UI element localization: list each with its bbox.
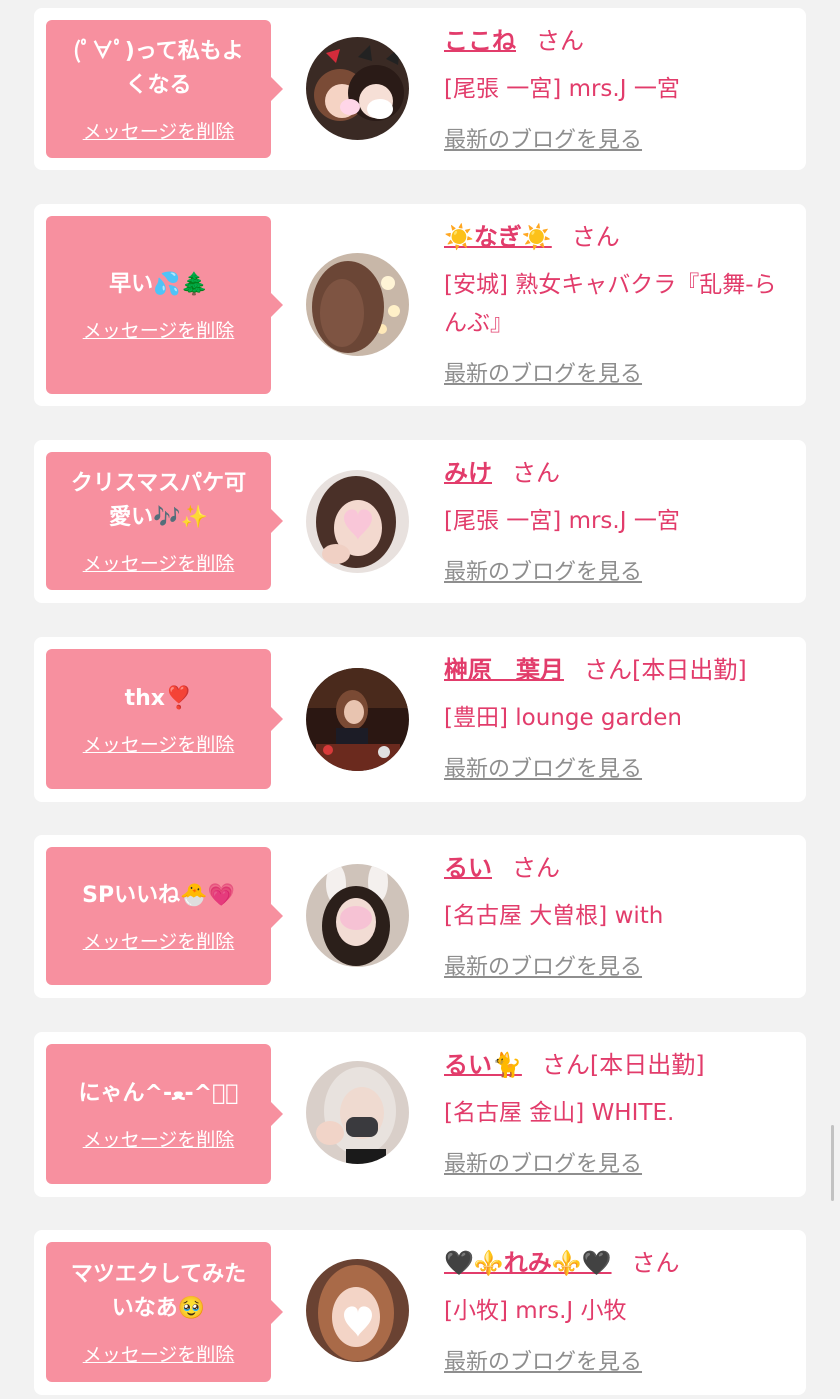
delete-message-link[interactable]: メッセージを削除 <box>83 316 235 343</box>
shop-location: [安城] 熟女キャバクラ『乱舞-らんぶ』 <box>444 272 777 336</box>
message-text: SPいいね🐣💗 <box>82 882 235 908</box>
honorific: さん <box>584 656 632 684</box>
honorific: さん <box>541 1051 590 1079</box>
profile-name-link[interactable]: 榊原 葉月 <box>444 656 564 684</box>
profile-name-link[interactable]: るい🐈 <box>444 1051 522 1079</box>
avatar[interactable] <box>306 1061 409 1164</box>
message-card: にゃん^-﻿ﻌ-^ฅ゙ メッセージを削除 るい🐈 さん[本日出勤] [名古屋 金山… <box>34 1032 806 1197</box>
profile-name-link[interactable]: みけ <box>444 459 492 487</box>
profile-info: ☀️なぎ☀️ さん [安城] 熟女キャバクラ『乱舞-らんぶ』 最新のブログを見る <box>444 222 794 388</box>
message-text: thx❣️ <box>124 685 193 711</box>
delete-message-link[interactable]: メッセージを削除 <box>83 549 235 576</box>
honorific: さん <box>571 223 620 251</box>
latest-blog-link[interactable]: 最新のブログを見る <box>444 751 642 783</box>
latest-blog-link[interactable]: 最新のブログを見る <box>444 554 642 586</box>
shop-location: [尾張 一宮] mrs.J 一宮 <box>444 508 680 534</box>
latest-blog-link[interactable]: 最新のブログを見る <box>444 949 642 981</box>
profile-name-link[interactable]: ここね <box>444 27 516 55</box>
message-bubble: マツエクしてみた いなあ🥹 メッセージを削除 <box>46 1242 283 1382</box>
name-line: 🖤⚜️れみ⚜️🖤 さん <box>444 1248 794 1278</box>
name-line: るい さん <box>444 853 794 883</box>
delete-message-link[interactable]: メッセージを削除 <box>83 1340 235 1367</box>
avatar[interactable] <box>306 864 409 967</box>
avatar[interactable] <box>306 37 409 140</box>
profile-name-link[interactable]: ☀️なぎ☀️ <box>444 223 552 251</box>
profile-info: ここね さん [尾張 一宮] mrs.J 一宮 最新のブログを見る <box>444 26 794 154</box>
message-text: (ﾟ∀ﾟ)って私もよ くなる <box>73 38 244 98</box>
scrollbar[interactable] <box>831 1125 834 1201</box>
avatar[interactable] <box>306 668 409 771</box>
delete-message-link[interactable]: メッセージを削除 <box>83 730 235 757</box>
latest-blog-link[interactable]: 最新のブログを見る <box>444 122 642 154</box>
message-text: 早い💦🌲 <box>109 271 208 297</box>
shop-location: [名古屋 金山] WHITE. <box>444 1100 675 1126</box>
message-bubble: クリスマスパケ可 愛い🎶✨ メッセージを削除 <box>46 452 283 590</box>
shop-location: [豊田] lounge garden <box>444 705 683 731</box>
message-bubble: SPいいね🐣💗 メッセージを削除 <box>46 847 283 985</box>
message-card: マツエクしてみた いなあ🥹 メッセージを削除 🖤⚜️れみ⚜️🖤 さん [小牧] m… <box>34 1230 806 1395</box>
latest-blog-link[interactable]: 最新のブログを見る <box>444 356 642 388</box>
profile-name-link[interactable]: 🖤⚜️れみ⚜️🖤 <box>444 1249 612 1277</box>
name-line: ここね さん <box>444 26 794 56</box>
delete-message-link[interactable]: メッセージを削除 <box>83 927 235 954</box>
honorific: さん <box>631 1249 680 1277</box>
message-text: クリスマスパケ可 愛い🎶✨ <box>70 470 247 530</box>
message-bubble: にゃん^-﻿ﻌ-^ฅ゙ メッセージを削除 <box>46 1044 283 1184</box>
message-bubble: 早い💦🌲 メッセージを削除 <box>46 216 283 394</box>
name-line: るい🐈 さん[本日出勤] <box>444 1050 794 1080</box>
profile-name-link[interactable]: るい <box>444 854 492 882</box>
profile-info: 🖤⚜️れみ⚜️🖤 さん [小牧] mrs.J 小牧 最新のブログを見る <box>444 1248 794 1376</box>
message-card: (ﾟ∀ﾟ)って私もよ くなる メッセージを削除 ここね さん [尾張 一宮] mr… <box>34 8 806 170</box>
message-text: マツエクしてみた いなあ🥹 <box>70 1261 247 1321</box>
avatar[interactable] <box>306 253 409 356</box>
honorific: さん <box>512 854 560 882</box>
message-card: 早い💦🌲 メッセージを削除 ☀️なぎ☀️ さん [安城] 熟女キャバクラ『乱舞-ら… <box>34 204 806 406</box>
message-card: thx❣️ メッセージを削除 榊原 葉月 さん[本日出勤] [豊田] lounge… <box>34 637 806 802</box>
honorific: さん <box>536 27 584 55</box>
attendance-status: [本日出勤] <box>589 1051 705 1079</box>
attendance-status: [本日出勤] <box>632 656 747 684</box>
shop-location: [小牧] mrs.J 小牧 <box>444 1298 627 1324</box>
message-bubble: thx❣️ メッセージを削除 <box>46 649 283 789</box>
honorific: さん <box>512 459 560 487</box>
profile-info: るい さん [名古屋 大曽根] with 最新のブログを見る <box>444 853 794 981</box>
avatar[interactable] <box>306 470 409 573</box>
name-line: みけ さん <box>444 458 794 488</box>
name-line: ☀️なぎ☀️ さん <box>444 222 794 252</box>
message-card: SPいいね🐣💗 メッセージを削除 るい さん [名古屋 大曽根] with 最新の… <box>34 835 806 998</box>
shop-location: [尾張 一宮] mrs.J 一宮 <box>444 76 680 102</box>
message-card: クリスマスパケ可 愛い🎶✨ メッセージを削除 みけ さん [尾張 一宮] mrs.… <box>34 440 806 603</box>
delete-message-link[interactable]: メッセージを削除 <box>83 117 235 144</box>
profile-info: 榊原 葉月 さん[本日出勤] [豊田] lounge garden 最新のブログを… <box>444 655 794 783</box>
latest-blog-link[interactable]: 最新のブログを見る <box>444 1344 642 1376</box>
latest-blog-link[interactable]: 最新のブログを見る <box>444 1146 642 1178</box>
profile-info: みけ さん [尾張 一宮] mrs.J 一宮 最新のブログを見る <box>444 458 794 586</box>
avatar[interactable] <box>306 1259 409 1362</box>
message-bubble: (ﾟ∀ﾟ)って私もよ くなる メッセージを削除 <box>46 20 283 158</box>
message-text: にゃん^-﻿ﻌ-^ฅ゙ <box>78 1080 239 1106</box>
profile-info: るい🐈 さん[本日出勤] [名古屋 金山] WHITE. 最新のブログを見る <box>444 1050 794 1178</box>
name-line: 榊原 葉月 さん[本日出勤] <box>444 655 794 685</box>
shop-location: [名古屋 大曽根] with <box>444 903 664 929</box>
delete-message-link[interactable]: メッセージを削除 <box>83 1125 235 1152</box>
